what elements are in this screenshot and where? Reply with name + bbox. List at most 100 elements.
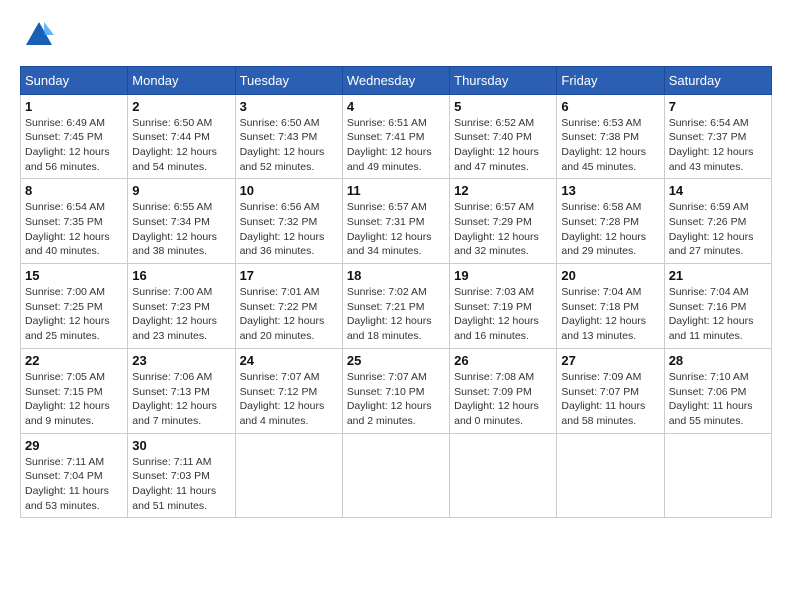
calendar-day: 1 Sunrise: 6:49 AM Sunset: 7:45 PM Dayli…: [21, 94, 128, 179]
column-header-sunday: Sunday: [21, 66, 128, 94]
day-number: 24: [240, 353, 338, 368]
day-info: Sunrise: 7:02 AM Sunset: 7:21 PM Dayligh…: [347, 285, 445, 344]
logo: [20, 20, 54, 56]
calendar-day: 7 Sunrise: 6:54 AM Sunset: 7:37 PM Dayli…: [664, 94, 771, 179]
day-info: Sunrise: 6:54 AM Sunset: 7:35 PM Dayligh…: [25, 200, 123, 259]
day-info: Sunrise: 7:11 AM Sunset: 7:03 PM Dayligh…: [132, 455, 230, 514]
day-number: 13: [561, 183, 659, 198]
day-number: 7: [669, 99, 767, 114]
calendar-day: 11 Sunrise: 6:57 AM Sunset: 7:31 PM Dayl…: [342, 179, 449, 264]
day-info: Sunrise: 7:11 AM Sunset: 7:04 PM Dayligh…: [25, 455, 123, 514]
day-number: 20: [561, 268, 659, 283]
calendar-day: 10 Sunrise: 6:56 AM Sunset: 7:32 PM Dayl…: [235, 179, 342, 264]
calendar-day: 28 Sunrise: 7:10 AM Sunset: 7:06 PM Dayl…: [664, 348, 771, 433]
calendar-day: 6 Sunrise: 6:53 AM Sunset: 7:38 PM Dayli…: [557, 94, 664, 179]
calendar-week-4: 22 Sunrise: 7:05 AM Sunset: 7:15 PM Dayl…: [21, 348, 772, 433]
calendar-day: 25 Sunrise: 7:07 AM Sunset: 7:10 PM Dayl…: [342, 348, 449, 433]
calendar-week-2: 8 Sunrise: 6:54 AM Sunset: 7:35 PM Dayli…: [21, 179, 772, 264]
day-info: Sunrise: 6:50 AM Sunset: 7:44 PM Dayligh…: [132, 116, 230, 175]
day-number: 29: [25, 438, 123, 453]
day-number: 12: [454, 183, 552, 198]
day-info: Sunrise: 6:52 AM Sunset: 7:40 PM Dayligh…: [454, 116, 552, 175]
calendar-day: [450, 433, 557, 518]
calendar-day: 16 Sunrise: 7:00 AM Sunset: 7:23 PM Dayl…: [128, 264, 235, 349]
day-info: Sunrise: 7:04 AM Sunset: 7:18 PM Dayligh…: [561, 285, 659, 344]
page-header: [20, 20, 772, 56]
calendar-day: 18 Sunrise: 7:02 AM Sunset: 7:21 PM Dayl…: [342, 264, 449, 349]
calendar-day: 13 Sunrise: 6:58 AM Sunset: 7:28 PM Dayl…: [557, 179, 664, 264]
calendar-day: 21 Sunrise: 7:04 AM Sunset: 7:16 PM Dayl…: [664, 264, 771, 349]
calendar-day: 27 Sunrise: 7:09 AM Sunset: 7:07 PM Dayl…: [557, 348, 664, 433]
day-info: Sunrise: 6:55 AM Sunset: 7:34 PM Dayligh…: [132, 200, 230, 259]
day-number: 25: [347, 353, 445, 368]
day-number: 21: [669, 268, 767, 283]
day-number: 14: [669, 183, 767, 198]
calendar-day: 14 Sunrise: 6:59 AM Sunset: 7:26 PM Dayl…: [664, 179, 771, 264]
calendar-day: 30 Sunrise: 7:11 AM Sunset: 7:03 PM Dayl…: [128, 433, 235, 518]
day-number: 22: [25, 353, 123, 368]
day-number: 16: [132, 268, 230, 283]
day-info: Sunrise: 7:08 AM Sunset: 7:09 PM Dayligh…: [454, 370, 552, 429]
calendar-week-3: 15 Sunrise: 7:00 AM Sunset: 7:25 PM Dayl…: [21, 264, 772, 349]
column-header-friday: Friday: [557, 66, 664, 94]
day-info: Sunrise: 7:01 AM Sunset: 7:22 PM Dayligh…: [240, 285, 338, 344]
day-number: 17: [240, 268, 338, 283]
day-info: Sunrise: 6:53 AM Sunset: 7:38 PM Dayligh…: [561, 116, 659, 175]
calendar-day: 15 Sunrise: 7:00 AM Sunset: 7:25 PM Dayl…: [21, 264, 128, 349]
day-number: 26: [454, 353, 552, 368]
day-number: 5: [454, 99, 552, 114]
day-info: Sunrise: 7:07 AM Sunset: 7:12 PM Dayligh…: [240, 370, 338, 429]
column-header-saturday: Saturday: [664, 66, 771, 94]
day-info: Sunrise: 7:00 AM Sunset: 7:25 PM Dayligh…: [25, 285, 123, 344]
day-info: Sunrise: 7:00 AM Sunset: 7:23 PM Dayligh…: [132, 285, 230, 344]
calendar-table: SundayMondayTuesdayWednesdayThursdayFrid…: [20, 66, 772, 519]
calendar-day: 4 Sunrise: 6:51 AM Sunset: 7:41 PM Dayli…: [342, 94, 449, 179]
calendar-day: 26 Sunrise: 7:08 AM Sunset: 7:09 PM Dayl…: [450, 348, 557, 433]
column-header-wednesday: Wednesday: [342, 66, 449, 94]
column-header-monday: Monday: [128, 66, 235, 94]
calendar-day: 8 Sunrise: 6:54 AM Sunset: 7:35 PM Dayli…: [21, 179, 128, 264]
calendar-day: 12 Sunrise: 6:57 AM Sunset: 7:29 PM Dayl…: [450, 179, 557, 264]
calendar-day: [342, 433, 449, 518]
calendar-day: 2 Sunrise: 6:50 AM Sunset: 7:44 PM Dayli…: [128, 94, 235, 179]
day-info: Sunrise: 6:59 AM Sunset: 7:26 PM Dayligh…: [669, 200, 767, 259]
calendar-day: [664, 433, 771, 518]
day-number: 15: [25, 268, 123, 283]
day-number: 8: [25, 183, 123, 198]
day-info: Sunrise: 6:51 AM Sunset: 7:41 PM Dayligh…: [347, 116, 445, 175]
day-info: Sunrise: 6:49 AM Sunset: 7:45 PM Dayligh…: [25, 116, 123, 175]
day-info: Sunrise: 7:05 AM Sunset: 7:15 PM Dayligh…: [25, 370, 123, 429]
day-number: 18: [347, 268, 445, 283]
calendar-day: [557, 433, 664, 518]
day-info: Sunrise: 6:57 AM Sunset: 7:31 PM Dayligh…: [347, 200, 445, 259]
calendar-day: 22 Sunrise: 7:05 AM Sunset: 7:15 PM Dayl…: [21, 348, 128, 433]
day-number: 3: [240, 99, 338, 114]
column-header-thursday: Thursday: [450, 66, 557, 94]
calendar-day: 17 Sunrise: 7:01 AM Sunset: 7:22 PM Dayl…: [235, 264, 342, 349]
calendar-day: 29 Sunrise: 7:11 AM Sunset: 7:04 PM Dayl…: [21, 433, 128, 518]
calendar-week-1: 1 Sunrise: 6:49 AM Sunset: 7:45 PM Dayli…: [21, 94, 772, 179]
column-header-tuesday: Tuesday: [235, 66, 342, 94]
calendar-day: 9 Sunrise: 6:55 AM Sunset: 7:34 PM Dayli…: [128, 179, 235, 264]
day-number: 27: [561, 353, 659, 368]
day-number: 23: [132, 353, 230, 368]
day-info: Sunrise: 6:56 AM Sunset: 7:32 PM Dayligh…: [240, 200, 338, 259]
day-number: 28: [669, 353, 767, 368]
logo-icon: [24, 20, 54, 50]
day-number: 11: [347, 183, 445, 198]
calendar-header-row: SundayMondayTuesdayWednesdayThursdayFrid…: [21, 66, 772, 94]
day-number: 30: [132, 438, 230, 453]
calendar-week-5: 29 Sunrise: 7:11 AM Sunset: 7:04 PM Dayl…: [21, 433, 772, 518]
day-info: Sunrise: 7:04 AM Sunset: 7:16 PM Dayligh…: [669, 285, 767, 344]
day-info: Sunrise: 6:54 AM Sunset: 7:37 PM Dayligh…: [669, 116, 767, 175]
day-number: 19: [454, 268, 552, 283]
day-info: Sunrise: 7:06 AM Sunset: 7:13 PM Dayligh…: [132, 370, 230, 429]
day-info: Sunrise: 6:50 AM Sunset: 7:43 PM Dayligh…: [240, 116, 338, 175]
calendar-day: 5 Sunrise: 6:52 AM Sunset: 7:40 PM Dayli…: [450, 94, 557, 179]
day-number: 1: [25, 99, 123, 114]
day-number: 6: [561, 99, 659, 114]
day-info: Sunrise: 6:58 AM Sunset: 7:28 PM Dayligh…: [561, 200, 659, 259]
calendar-day: 19 Sunrise: 7:03 AM Sunset: 7:19 PM Dayl…: [450, 264, 557, 349]
calendar-day: 3 Sunrise: 6:50 AM Sunset: 7:43 PM Dayli…: [235, 94, 342, 179]
day-info: Sunrise: 7:07 AM Sunset: 7:10 PM Dayligh…: [347, 370, 445, 429]
